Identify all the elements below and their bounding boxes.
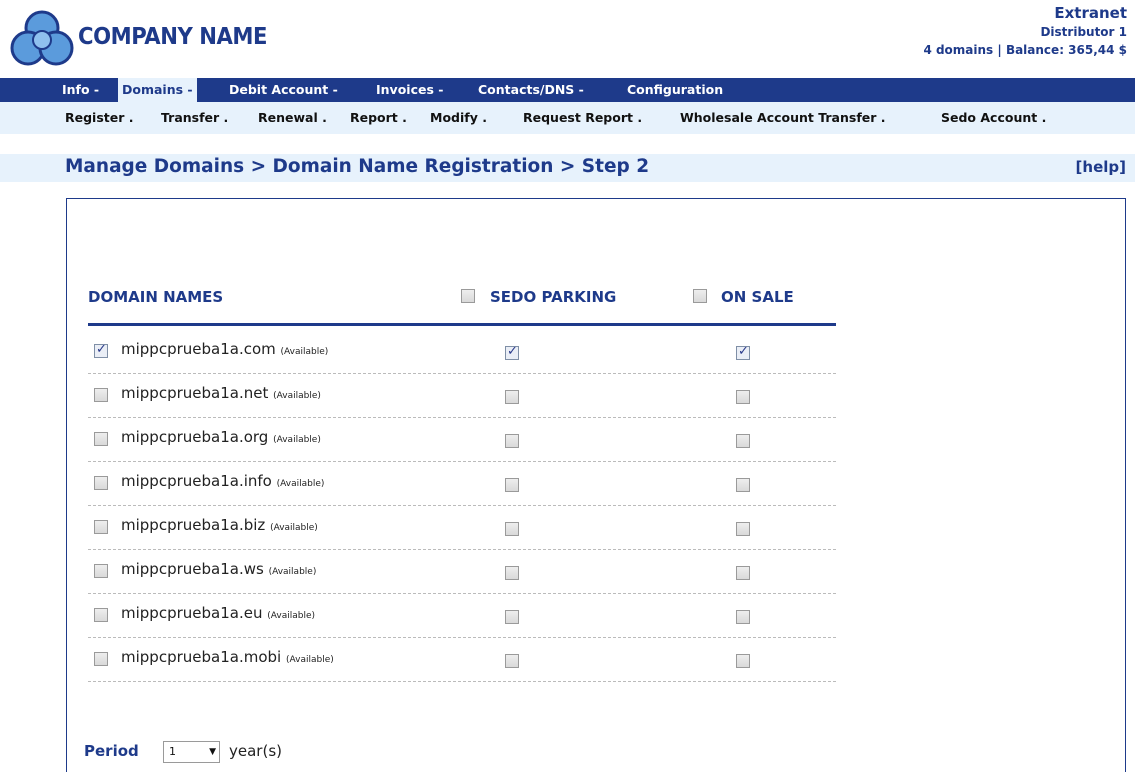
subnav-modify[interactable]: Modify . <box>430 110 487 125</box>
domain-checkbox[interactable] <box>94 652 108 666</box>
domain-checkbox[interactable] <box>94 564 108 578</box>
subnav-renewal[interactable]: Renewal . <box>258 110 327 125</box>
availability-status: (Available) <box>268 567 317 577</box>
availability-status: (Available) <box>273 435 321 445</box>
domain-name-text: mippcprueba1a.info <box>121 472 272 490</box>
sale-checkbox[interactable] <box>736 654 750 668</box>
page-header: COMPANY NAME Extranet Distributor 1 4 do… <box>0 0 1135 74</box>
nav-invoices[interactable]: Invoices - <box>376 78 443 102</box>
domain-name: mippcprueba1a.net (Available) <box>121 384 321 402</box>
header-divider <box>88 323 836 326</box>
domain-checkbox[interactable] <box>94 608 108 622</box>
availability-status: (Available) <box>270 523 318 533</box>
subnav-report[interactable]: Report . <box>350 110 407 125</box>
sale-checkbox[interactable] <box>736 610 750 624</box>
account-info: Extranet Distributor 1 4 domains | Balan… <box>923 3 1127 59</box>
domain-name: mippcprueba1a.biz (Available) <box>121 516 318 534</box>
company-logo-icon <box>10 10 74 66</box>
table-row: mippcprueba1a.info (Available) <box>88 462 836 506</box>
availability-status: (Available) <box>280 347 329 357</box>
table-row: mippcprueba1a.org (Available) <box>88 418 836 462</box>
sedo-checkbox[interactable] <box>505 522 519 536</box>
period-unit: year(s) <box>229 742 282 760</box>
distributor-name: Distributor 1 <box>1040 25 1127 39</box>
domain-name-text: mippcprueba1a.com <box>121 340 276 358</box>
sale-checkbox[interactable] <box>736 522 750 536</box>
domain-name: mippcprueba1a.mobi (Available) <box>121 648 334 666</box>
domain-name-text: mippcprueba1a.org <box>121 428 269 446</box>
sedo-checkbox[interactable] <box>505 566 519 580</box>
table-row: mippcprueba1a.com (Available) <box>88 330 836 374</box>
domain-checkbox[interactable] <box>94 388 108 402</box>
nav-configuration[interactable]: Configuration <box>627 78 723 102</box>
sedo-checkbox[interactable] <box>505 610 519 624</box>
domain-checkbox[interactable] <box>94 520 108 534</box>
period-row: Period 1 ▼ year(s) <box>84 741 282 763</box>
domain-checkbox[interactable] <box>94 342 108 358</box>
availability-status: (Available) <box>273 391 321 401</box>
table-row: mippcprueba1a.ws (Available) <box>88 550 836 594</box>
subnav-request-report[interactable]: Request Report . <box>523 110 642 125</box>
period-label: Period <box>84 742 139 760</box>
table-row: mippcprueba1a.eu (Available) <box>88 594 836 638</box>
subnav-sedo-account[interactable]: Sedo Account . <box>941 110 1046 125</box>
help-link[interactable]: [help] <box>1076 158 1126 176</box>
sedo-checkbox[interactable] <box>505 390 519 404</box>
sale-checkbox[interactable] <box>736 566 750 580</box>
sale-checkbox[interactable] <box>736 434 750 448</box>
table-row: mippcprueba1a.net (Available) <box>88 374 836 418</box>
section-title: Extranet <box>1054 4 1127 22</box>
sedo-checkbox[interactable] <box>505 654 519 668</box>
page-title: Manage Domains > Domain Name Registratio… <box>65 156 650 177</box>
availability-status: (Available) <box>276 479 325 489</box>
nav-info[interactable]: Info - <box>62 78 99 102</box>
column-header-sale: ON SALE <box>721 288 794 306</box>
subnav-register[interactable]: Register . <box>65 110 134 125</box>
sedo-checkbox[interactable] <box>505 344 519 360</box>
subnav-transfer[interactable]: Transfer . <box>161 110 228 125</box>
domain-name: mippcprueba1a.com (Available) <box>121 340 328 358</box>
sale-select-all-checkbox[interactable] <box>693 289 707 303</box>
domain-name: mippcprueba1a.org (Available) <box>121 428 321 446</box>
domain-name-text: mippcprueba1a.net <box>121 384 269 402</box>
nav-domains[interactable]: Domains - <box>118 78 197 102</box>
sedo-select-all-checkbox[interactable] <box>461 289 475 303</box>
sale-checkbox[interactable] <box>736 390 750 404</box>
sale-checkbox[interactable] <box>736 478 750 492</box>
domain-checkbox[interactable] <box>94 476 108 490</box>
main-nav: Info - Domains - Debit Account - Invoice… <box>0 78 1135 102</box>
availability-status: (Available) <box>285 655 334 665</box>
column-header-domains: DOMAIN NAMES <box>88 288 224 306</box>
domain-name-text: mippcprueba1a.mobi <box>121 648 282 666</box>
domain-name-text: mippcprueba1a.ws <box>121 560 264 578</box>
nav-debit-account[interactable]: Debit Account - <box>229 78 338 102</box>
table-row: mippcprueba1a.mobi (Available) <box>88 638 836 682</box>
domain-name-text: mippcprueba1a.biz <box>121 516 266 534</box>
sedo-checkbox[interactable] <box>505 478 519 492</box>
period-value: 1 <box>169 745 176 758</box>
domain-checkbox[interactable] <box>94 432 108 446</box>
domain-name: mippcprueba1a.info (Available) <box>121 472 324 490</box>
balance-info: 4 domains | Balance: 365,44 $ <box>923 43 1127 57</box>
sub-nav: Register . Transfer . Renewal . Report .… <box>0 102 1135 134</box>
column-header-sedo: SEDO PARKING <box>490 288 617 306</box>
sedo-checkbox[interactable] <box>505 434 519 448</box>
table-row: mippcprueba1a.biz (Available) <box>88 506 836 550</box>
company-name: COMPANY NAME <box>78 24 268 50</box>
domain-name: mippcprueba1a.ws (Available) <box>121 560 316 578</box>
domain-name: mippcprueba1a.eu (Available) <box>121 604 315 622</box>
sale-checkbox[interactable] <box>736 344 750 360</box>
availability-status: (Available) <box>267 611 315 621</box>
domain-name-text: mippcprueba1a.eu <box>121 604 263 622</box>
title-bar: Manage Domains > Domain Name Registratio… <box>0 154 1135 182</box>
subnav-wholesale-transfer[interactable]: Wholesale Account Transfer . <box>680 110 886 125</box>
period-select[interactable]: 1 ▼ <box>163 741 220 763</box>
chevron-down-icon: ▼ <box>209 747 216 757</box>
nav-contacts-dns[interactable]: Contacts/DNS - <box>478 78 584 102</box>
